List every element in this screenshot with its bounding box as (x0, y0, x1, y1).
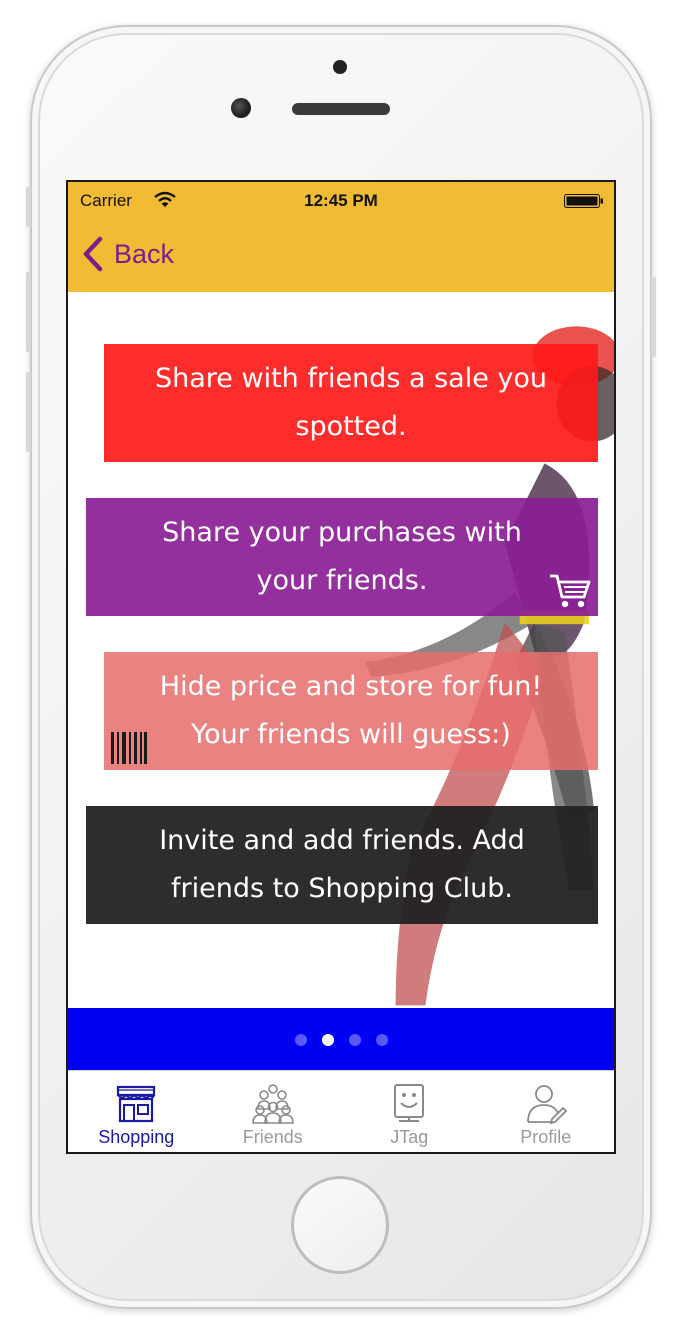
share-purchases-card[interactable]: Share your purchases with your friends. (86, 498, 598, 616)
status-bar: Carrier 12:45 PM (68, 182, 614, 220)
tab-bar: Shopping Friends JTag Profile (68, 1070, 615, 1152)
tab-profile-label: Profile (520, 1127, 572, 1147)
profile-icon (526, 1085, 568, 1125)
front-camera (231, 98, 251, 118)
page-dot-1[interactable] (294, 1034, 307, 1046)
invite-friends-card[interactable]: Invite and add friends. Add friends to S… (86, 806, 598, 924)
power-button (651, 277, 656, 357)
share-purchases-text-line1: Share your purchases with (162, 517, 522, 548)
back-label: Back (114, 238, 175, 269)
cart-icon (550, 574, 591, 608)
chevron-left-icon (83, 236, 103, 272)
content-area: Share with friends a sale you spotted. S… (68, 292, 614, 1008)
page-dot-2[interactable] (321, 1034, 334, 1046)
page-indicator[interactable] (68, 1034, 614, 1046)
share-sale-card[interactable]: Share with friends a sale you spotted. (104, 344, 598, 462)
page-control-bar (68, 1008, 614, 1070)
volume-down-button (26, 372, 31, 452)
barcode-icon (111, 732, 147, 764)
hide-price-text-line2: Your friends will guess:) (191, 719, 511, 750)
share-sale-text-line2: spotted. (295, 411, 407, 442)
tab-shopping[interactable]: Shopping (68, 1071, 205, 1152)
share-purchases-text-line2: your friends. (256, 565, 428, 596)
proximity-sensor (333, 60, 347, 74)
invite-text-line2: friends to Shopping Club. (171, 873, 513, 904)
share-sale-text-line1: Share with friends a sale you (154, 363, 548, 394)
earpiece-speaker (292, 103, 390, 115)
mute-switch (26, 187, 31, 227)
page-dot-3[interactable] (348, 1034, 361, 1046)
tab-profile[interactable]: Profile (478, 1071, 615, 1152)
hide-price-card[interactable]: Hide price and store for fun! Your frien… (104, 652, 598, 770)
friends-icon (251, 1084, 294, 1124)
tab-shopping-label: Shopping (98, 1127, 175, 1147)
page-dot-4[interactable] (375, 1034, 388, 1046)
status-time: 12:45 PM (304, 191, 378, 210)
tab-jtag-label: JTag (390, 1127, 429, 1147)
invite-text-line1: Invite and add friends. Add (159, 825, 525, 856)
navigation-bar: Back (68, 220, 614, 292)
tab-friends-label: Friends (242, 1127, 303, 1147)
tab-friends[interactable]: Friends (205, 1071, 342, 1152)
jtag-icon (394, 1084, 425, 1122)
phone-screen: Carrier 12:45 PM Back Share with friends… (66, 180, 616, 1154)
volume-up-button (26, 272, 31, 352)
back-button[interactable]: Back (82, 234, 174, 274)
store-icon (117, 1085, 156, 1123)
home-button[interactable] (291, 1176, 389, 1274)
hide-price-text-line1: Hide price and store for fun! (159, 671, 543, 702)
battery-icon (564, 194, 603, 208)
tab-jtag[interactable]: JTag (341, 1071, 478, 1152)
